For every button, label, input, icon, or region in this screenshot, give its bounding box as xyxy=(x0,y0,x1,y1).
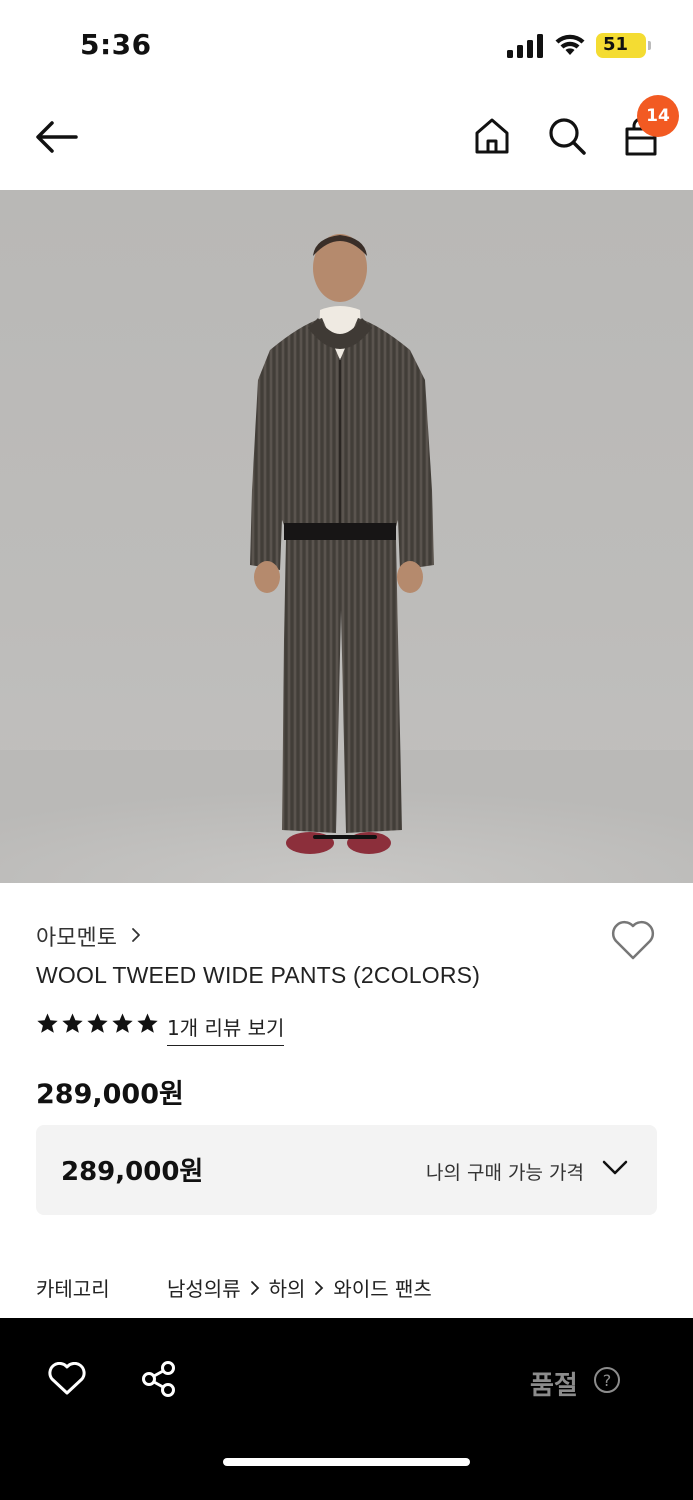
brand-link[interactable]: 아모멘토 xyxy=(36,920,117,952)
top-nav-bar: 14 xyxy=(0,90,693,190)
model-photo xyxy=(0,234,693,883)
bottom-action-bar: 품절 ? xyxy=(0,1318,693,1500)
wifi-icon xyxy=(555,34,585,55)
status-time: 5:36 xyxy=(80,28,152,61)
search-icon[interactable] xyxy=(547,116,587,156)
star-icon xyxy=(87,1013,108,1033)
status-bar: 5:36 51 xyxy=(0,0,693,90)
product-name: WOOL TWEED WIDE PANTS (2COLORS) xyxy=(36,962,481,988)
share-icon[interactable] xyxy=(140,1360,178,1398)
my-price-value: 289,000원 xyxy=(61,1157,204,1187)
battery-level: 51 xyxy=(603,34,629,55)
chevron-down-icon[interactable] xyxy=(602,1159,628,1177)
home-icon[interactable] xyxy=(472,116,512,156)
chevron-right-icon xyxy=(315,1280,324,1295)
review-link[interactable]: 1개 리뷰 보기 xyxy=(167,1012,285,1046)
image-page-indicator xyxy=(313,835,377,839)
product-image[interactable] xyxy=(0,190,693,883)
category-item[interactable]: 와이드 팬츠 xyxy=(333,1273,431,1302)
chevron-right-icon xyxy=(250,1280,259,1295)
sold-out-label: 품절 xyxy=(530,1371,578,1401)
star-icon xyxy=(112,1013,133,1033)
heart-icon[interactable] xyxy=(610,918,656,962)
chevron-right-icon[interactable] xyxy=(130,927,142,943)
star-icon xyxy=(62,1013,83,1033)
signal-icon xyxy=(507,34,543,58)
product-price: 289,000원 xyxy=(36,1079,184,1110)
category-breadcrumb: 남성의류 하의 와이드 팬츠 xyxy=(167,1273,432,1302)
cart-count-badge[interactable]: 14 xyxy=(637,95,679,137)
star-icon xyxy=(137,1013,158,1033)
battery-indicator: 51 xyxy=(596,33,651,58)
my-price-label: 나의 구매 가능 가격 xyxy=(426,1162,584,1184)
back-arrow-icon[interactable] xyxy=(34,120,80,154)
star-icon xyxy=(37,1013,58,1033)
heart-icon[interactable] xyxy=(48,1362,86,1396)
svg-text:?: ? xyxy=(603,1371,612,1390)
my-price-dropdown[interactable]: 289,000원 나의 구매 가능 가격 xyxy=(36,1125,657,1215)
category-item[interactable]: 하의 xyxy=(269,1273,306,1302)
rating-stars xyxy=(36,1012,159,1038)
help-icon[interactable]: ? xyxy=(593,1366,621,1394)
home-indicator xyxy=(223,1458,470,1466)
category-item[interactable]: 남성의류 xyxy=(167,1273,241,1302)
category-label: 카테고리 xyxy=(36,1277,110,1301)
